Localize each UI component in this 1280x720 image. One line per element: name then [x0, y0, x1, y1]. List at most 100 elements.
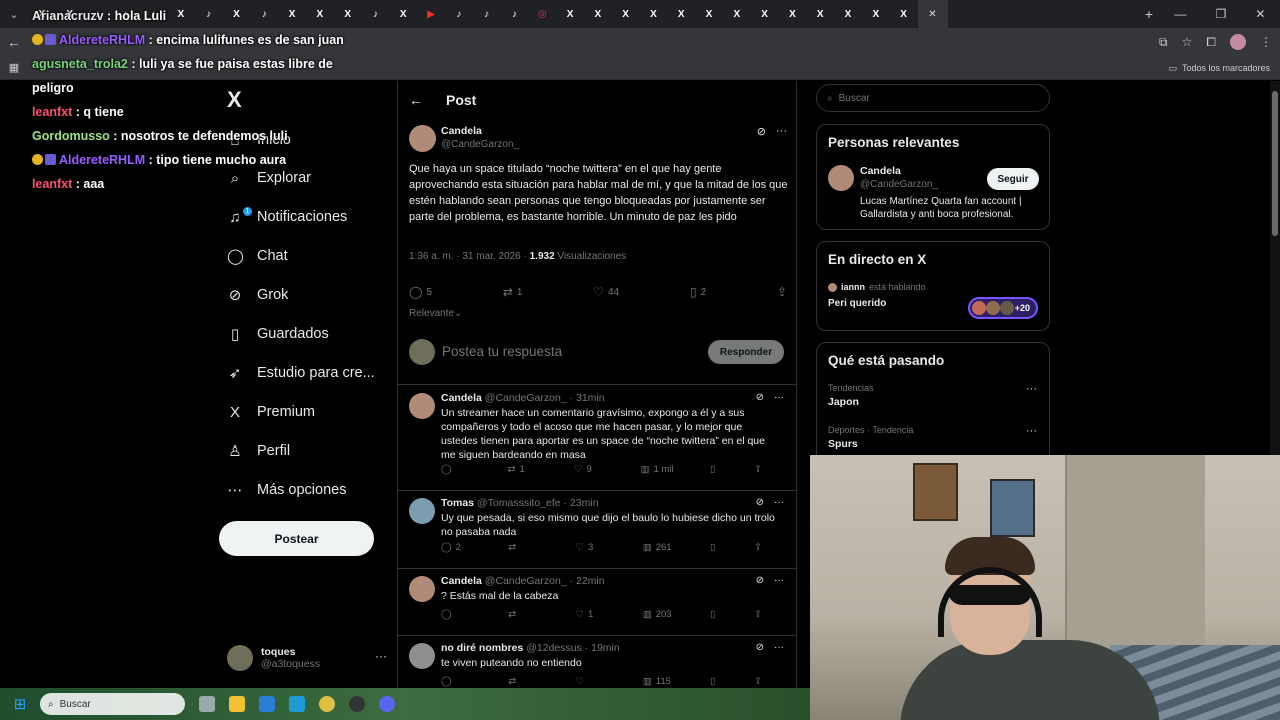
taskbar-search-input[interactable]: Buscar	[60, 699, 91, 710]
like-action[interactable]: ♡ 9	[574, 464, 604, 475]
live-host[interactable]: iannn está hablando	[828, 282, 926, 292]
more-icon[interactable]: ···	[774, 392, 784, 403]
reply-author-name[interactable]: no diré nombres	[441, 642, 523, 654]
nav-item-más[interactable]: ⋯ Más opciones	[227, 478, 347, 502]
reply-avatar[interactable]	[409, 393, 435, 419]
reply-author-name[interactable]: Candela	[441, 392, 482, 404]
browser-tab[interactable]: X	[556, 0, 584, 28]
browser-tab[interactable]: ♪	[445, 0, 473, 28]
nav-item-grok[interactable]: ⊘ Grok	[227, 283, 289, 307]
views-action[interactable]: ▥ 203	[643, 609, 673, 620]
close-tab-icon[interactable]: ✕	[928, 9, 936, 20]
author-avatar[interactable]	[409, 125, 436, 152]
share-action[interactable]: ⇪	[754, 464, 784, 475]
nav-item-perfil[interactable]: ♙ Perfil	[227, 439, 290, 463]
reply-post[interactable]: Candela @CandeGarzon_ · 31min ⊘ ··· Un stre…	[398, 386, 796, 491]
task-view-icon[interactable]	[199, 696, 215, 712]
active-browser-tab[interactable]: ✕	[917, 0, 948, 28]
trend-name[interactable]: Spurs	[828, 438, 858, 450]
reply-handle-time[interactable]: @Tomasssito_efe · 23min	[477, 497, 599, 509]
share-action[interactable]: ⇪	[754, 676, 784, 687]
bookmark-action[interactable]: ▯	[710, 676, 740, 687]
bookmark-action[interactable]: ▯	[710, 542, 740, 553]
author-handle[interactable]: @CandeGarzon_	[441, 139, 519, 150]
browser-menu-icon[interactable]: ⋮	[1260, 35, 1272, 49]
trend-more-icon[interactable]: ···	[1026, 425, 1037, 437]
reply-avatar[interactable]	[409, 576, 435, 602]
bookmark-action[interactable]: ▯	[710, 464, 740, 475]
minimize-button[interactable]: —	[1175, 7, 1187, 21]
grok-icon[interactable]: ⊘	[756, 575, 764, 586]
repost-action[interactable]: ⇄	[508, 609, 538, 620]
nav-item-estudio[interactable]: ➶ Estudio para cre...	[227, 361, 375, 385]
share-action[interactable]: ⇪	[754, 609, 784, 620]
post-button[interactable]: Postear	[219, 521, 374, 556]
profile-avatar[interactable]	[1230, 34, 1246, 50]
new-tab-button[interactable]: +	[1138, 6, 1160, 22]
taskbar-search[interactable]: ⌕ Buscar	[40, 693, 185, 715]
relevant-handle[interactable]: @CandeGarzon_	[860, 179, 938, 190]
search-box[interactable]: ⌕ Buscar	[816, 84, 1050, 112]
repost-action[interactable]: ⇄	[508, 542, 538, 553]
grok-icon[interactable]: ⊘	[756, 497, 764, 508]
reply-avatar[interactable]	[409, 643, 435, 669]
like-action[interactable]: ♡ 44	[593, 285, 619, 299]
browser-tab[interactable]: X	[640, 0, 668, 28]
browser-tab[interactable]: ▶	[417, 0, 445, 28]
browser-tab[interactable]: X	[862, 0, 890, 28]
nav-item-chat[interactable]: ◯ Chat	[227, 244, 288, 268]
reply-handle-time[interactable]: @CandeGarzon_ · 31min	[485, 392, 605, 404]
browser-tab[interactable]: X	[584, 0, 612, 28]
account-more-icon[interactable]: ···	[375, 649, 387, 663]
file-explorer-icon[interactable]	[229, 696, 245, 712]
reply-handle-time[interactable]: @12dessus · 19min	[526, 642, 620, 654]
obs-icon[interactable]	[349, 696, 365, 712]
browser-tab[interactable]: X	[751, 0, 779, 28]
more-icon[interactable]: ···	[774, 497, 784, 508]
bookmark-action[interactable]: ▯	[710, 609, 740, 620]
relevant-name[interactable]: Candela	[860, 165, 901, 177]
reply-author-name[interactable]: Candela	[441, 575, 482, 587]
follow-button[interactable]: Seguir	[987, 168, 1039, 190]
reply-action[interactable]: ◯	[441, 676, 471, 687]
reply-action[interactable]: ◯	[441, 464, 471, 475]
nav-item-premium[interactable]: X Premium	[227, 400, 315, 424]
grok-icon[interactable]: ⊘	[757, 125, 766, 138]
reply-post[interactable]: Tomas @Tomasssito_efe · 23min ⊘ ··· Uy que …	[398, 491, 796, 569]
reply-input[interactable]: Postea tu respuesta	[442, 344, 562, 359]
browser-tab[interactable]: ♪	[473, 0, 501, 28]
browser-tab[interactable]: ◎	[528, 0, 556, 28]
bookmark-action[interactable]: ▯ 2	[690, 285, 706, 299]
trend-name[interactable]: Japon	[828, 396, 859, 408]
views-action[interactable]: ▥ 261	[643, 542, 673, 553]
browser-back-icon[interactable]: ←	[0, 34, 28, 50]
browser-tab[interactable]: X	[779, 0, 807, 28]
repost-action[interactable]: ⇄ 1	[503, 285, 523, 299]
discord-icon[interactable]	[379, 696, 395, 712]
browser-tab[interactable]: X	[806, 0, 834, 28]
install-app-icon[interactable]: ⧉	[1159, 35, 1168, 50]
nav-item-notificaciones[interactable]: ♫ 1 Notificaciones	[227, 205, 347, 229]
share-action[interactable]: ⇪	[754, 542, 784, 553]
author-name[interactable]: Candela	[441, 125, 482, 137]
more-icon[interactable]: ···	[774, 575, 784, 586]
bookmark-star-icon[interactable]: ☆	[1182, 35, 1193, 49]
grok-icon[interactable]: ⊘	[756, 642, 764, 653]
all-bookmarks-button[interactable]: ▭ Todos los marcadores	[1168, 56, 1270, 80]
reply-sort-dropdown[interactable]: Relevante⌄	[409, 308, 462, 319]
relevant-avatar[interactable]	[828, 165, 854, 191]
reply-submit-button[interactable]: Responder	[708, 340, 784, 364]
reply-action[interactable]: ◯ 5	[409, 285, 432, 299]
maximize-button[interactable]: ❐	[1216, 7, 1227, 21]
browser-tab[interactable]: X	[695, 0, 723, 28]
post-time[interactable]: 1:36 a. m. · 31 mar. 2026 ·	[409, 251, 530, 262]
reply-handle-time[interactable]: @CandeGarzon_ · 22min	[485, 575, 605, 587]
reply-post[interactable]: Candela @CandeGarzon_ · 22min ⊘ ··· ? Estás…	[398, 569, 796, 636]
browser-tab[interactable]: X	[667, 0, 695, 28]
chrome-icon[interactable]	[319, 696, 335, 712]
reply-action[interactable]: ◯ 2	[441, 542, 471, 553]
like-action[interactable]: ♡ 1	[576, 609, 606, 620]
scrollbar-thumb[interactable]	[1272, 91, 1278, 236]
grok-icon[interactable]: ⊘	[756, 392, 764, 403]
search-input[interactable]: Buscar	[839, 93, 870, 104]
